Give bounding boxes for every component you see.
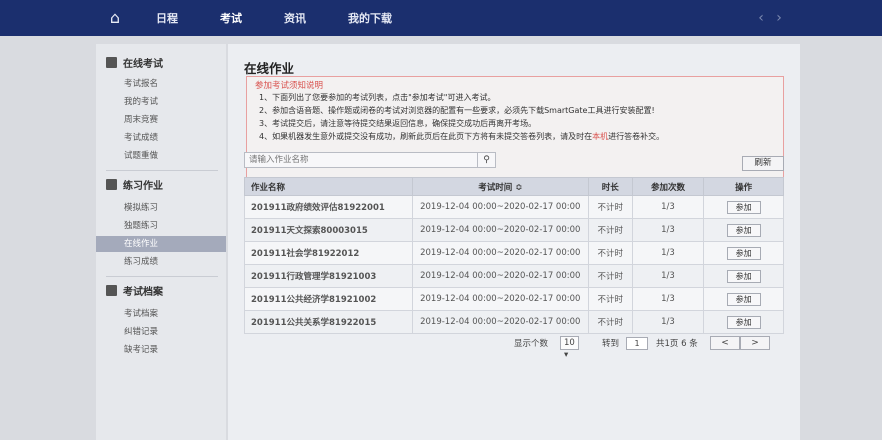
join-button[interactable]: 参加 — [726, 315, 761, 329]
sidebar-item-mock-practice[interactable]: 模拟练习 — [96, 200, 226, 216]
sidebar-item-online-homework[interactable]: 在线作业 — [96, 236, 226, 252]
column-header-time[interactable]: 考试时间 ≎ — [411, 177, 589, 196]
attempt-count: 1/3 — [631, 218, 705, 242]
nav-item-exam[interactable]: 考试 — [220, 9, 242, 29]
search-input[interactable] — [245, 153, 475, 167]
goto-label: 转到 — [602, 339, 620, 349]
sidebar-item-single-practice[interactable]: 独题练习 — [96, 218, 226, 234]
notice-line: 4、如果机器发生意外或提交没有成功，刷新此页后在此页下方将有未提交答卷列表，请及… — [259, 132, 665, 141]
sidebar-item-practice-scores[interactable]: 练习成绩 — [96, 254, 226, 270]
exam-time: 2019-12-04 00:00~2020-02-17 00:00 — [411, 287, 589, 311]
sidebar-item-my-exams[interactable]: 我的考试 — [96, 94, 226, 110]
sidebar: 在线考试 考试报名 我的考试 周末竞赛 考试成绩 试题重做 练习作业 模拟练习 … — [96, 44, 226, 440]
table-header-row: 作业名称 考试时间 ≎ 时长 参加次数 操作 — [244, 177, 784, 196]
table-row: 201911公共关系学81922015 2019-12-04 00:00~202… — [244, 310, 784, 334]
join-button[interactable]: 参加 — [726, 269, 761, 283]
refresh-button[interactable]: 刷新 — [742, 156, 784, 171]
archive-icon — [106, 285, 117, 296]
sidebar-group-online-exam: 在线考试 — [106, 56, 163, 74]
join-button[interactable]: 参加 — [726, 246, 761, 260]
homework-name: 201911天文探索80003015 — [244, 218, 413, 242]
exam-time: 2019-12-04 00:00~2020-02-17 00:00 — [411, 310, 589, 334]
join-button[interactable]: 参加 — [726, 200, 761, 214]
chevron-right-icon[interactable]: › — [770, 7, 788, 29]
homework-name: 201911公共关系学81922015 — [244, 310, 413, 334]
sidebar-item-weekend-contest[interactable]: 周末竞赛 — [96, 112, 226, 128]
sidebar-item-exam-signup[interactable]: 考试报名 — [96, 76, 226, 92]
table-row: 201911天文探索80003015 2019-12-04 00:00~2020… — [244, 218, 784, 242]
sidebar-item-exam-archive[interactable]: 考试档案 — [96, 306, 226, 322]
duration: 不计时 — [587, 241, 633, 265]
page-summary: 共1页 6 条 — [656, 339, 698, 349]
sidebar-divider — [106, 276, 218, 277]
notice-line: 3、考试提交后，请注意等待提交结果返回信息，确保提交成功后再离开考场。 — [259, 119, 537, 128]
attempt-count: 1/3 — [631, 195, 705, 219]
exam-time: 2019-12-04 00:00~2020-02-17 00:00 — [411, 195, 589, 219]
sidebar-item-absence-log[interactable]: 缺考记录 — [96, 342, 226, 358]
column-header-name: 作业名称 — [244, 177, 413, 196]
join-button[interactable]: 参加 — [726, 292, 761, 306]
chevron-left-icon[interactable]: ‹ — [752, 7, 770, 29]
notice-line: 1、下面列出了您要参加的考试列表，点击"参加考试"可进入考试。 — [259, 93, 496, 102]
page-size-select[interactable]: 10 ▾ — [560, 336, 579, 360]
duration: 不计时 — [587, 264, 633, 288]
main-content: 在线作业 参加考试须知说明 1、下面列出了您要参加的考试列表，点击"参加考试"可… — [228, 44, 800, 440]
exam-icon — [106, 57, 117, 68]
page-size-label: 显示个数 — [514, 339, 549, 349]
homework-name: 201911政府绩效评估81922001 — [244, 195, 413, 219]
notice-line: 2、参加含语音题、操作题或闭卷的考试对浏览器的配置有一些要求，必须先下载Smar… — [259, 106, 655, 115]
exam-time: 2019-12-04 00:00~2020-02-17 00:00 — [411, 218, 589, 242]
home-icon[interactable]: ⌂ — [104, 8, 126, 28]
sidebar-divider — [106, 170, 218, 171]
table-row: 201911公共经济学81921002 2019-12-04 00:00~202… — [244, 287, 784, 311]
sidebar-group-practice: 练习作业 — [106, 178, 163, 196]
goto-page-input[interactable]: 1 — [626, 337, 648, 350]
search-icon[interactable]: ⚲ — [477, 153, 495, 167]
sidebar-item-redo-questions[interactable]: 试题重做 — [96, 148, 226, 164]
sidebar-group-archive: 考试档案 — [106, 284, 163, 302]
column-header-action: 操作 — [703, 177, 784, 196]
homework-name: 201911行政管理学81921003 — [244, 264, 413, 288]
next-page-button[interactable]: > — [740, 336, 770, 350]
sidebar-item-correction-log[interactable]: 纠错记录 — [96, 324, 226, 340]
duration: 不计时 — [587, 218, 633, 242]
attempt-count: 1/3 — [631, 287, 705, 311]
duration: 不计时 — [587, 287, 633, 311]
homework-name: 201911社会学81922012 — [244, 241, 413, 265]
attempt-count: 1/3 — [631, 264, 705, 288]
table-row: 201911社会学81922012 2019-12-04 00:00~2020-… — [244, 241, 784, 265]
nav-item-news[interactable]: 资讯 — [284, 9, 306, 29]
homework-name: 201911公共经济学81921002 — [244, 287, 413, 311]
duration: 不计时 — [587, 195, 633, 219]
join-button[interactable]: 参加 — [726, 223, 761, 237]
page-title: 在线作业 — [244, 61, 295, 76]
nav-item-schedule[interactable]: 日程 — [156, 9, 178, 29]
notice-highlight: 本机 — [592, 132, 609, 141]
notice-heading: 参加考试须知说明 — [255, 81, 324, 91]
exam-time: 2019-12-04 00:00~2020-02-17 00:00 — [411, 241, 589, 265]
sidebar-item-exam-scores[interactable]: 考试成绩 — [96, 130, 226, 146]
nav-item-downloads[interactable]: 我的下载 — [348, 9, 392, 29]
table-row: 201911政府绩效评估81922001 2019-12-04 00:00~20… — [244, 195, 784, 219]
duration: 不计时 — [587, 310, 633, 334]
search-box: ⚲ — [244, 152, 496, 168]
homework-table: 作业名称 考试时间 ≎ 时长 参加次数 操作 201911政府绩效评估81922… — [244, 177, 784, 334]
nav-arrows: ‹ › — [752, 7, 788, 29]
attempt-count: 1/3 — [631, 310, 705, 334]
column-header-duration: 时长 — [587, 177, 633, 196]
attempt-count: 1/3 — [631, 241, 705, 265]
top-nav-bar: ⌂ 日程 考试 资讯 我的下载 ‹ › — [0, 0, 882, 36]
column-header-count: 参加次数 — [631, 177, 705, 196]
practice-icon — [106, 179, 117, 190]
table-row: 201911行政管理学81921003 2019-12-04 00:00~202… — [244, 264, 784, 288]
exam-time: 2019-12-04 00:00~2020-02-17 00:00 — [411, 264, 589, 288]
prev-page-button[interactable]: < — [710, 336, 740, 350]
